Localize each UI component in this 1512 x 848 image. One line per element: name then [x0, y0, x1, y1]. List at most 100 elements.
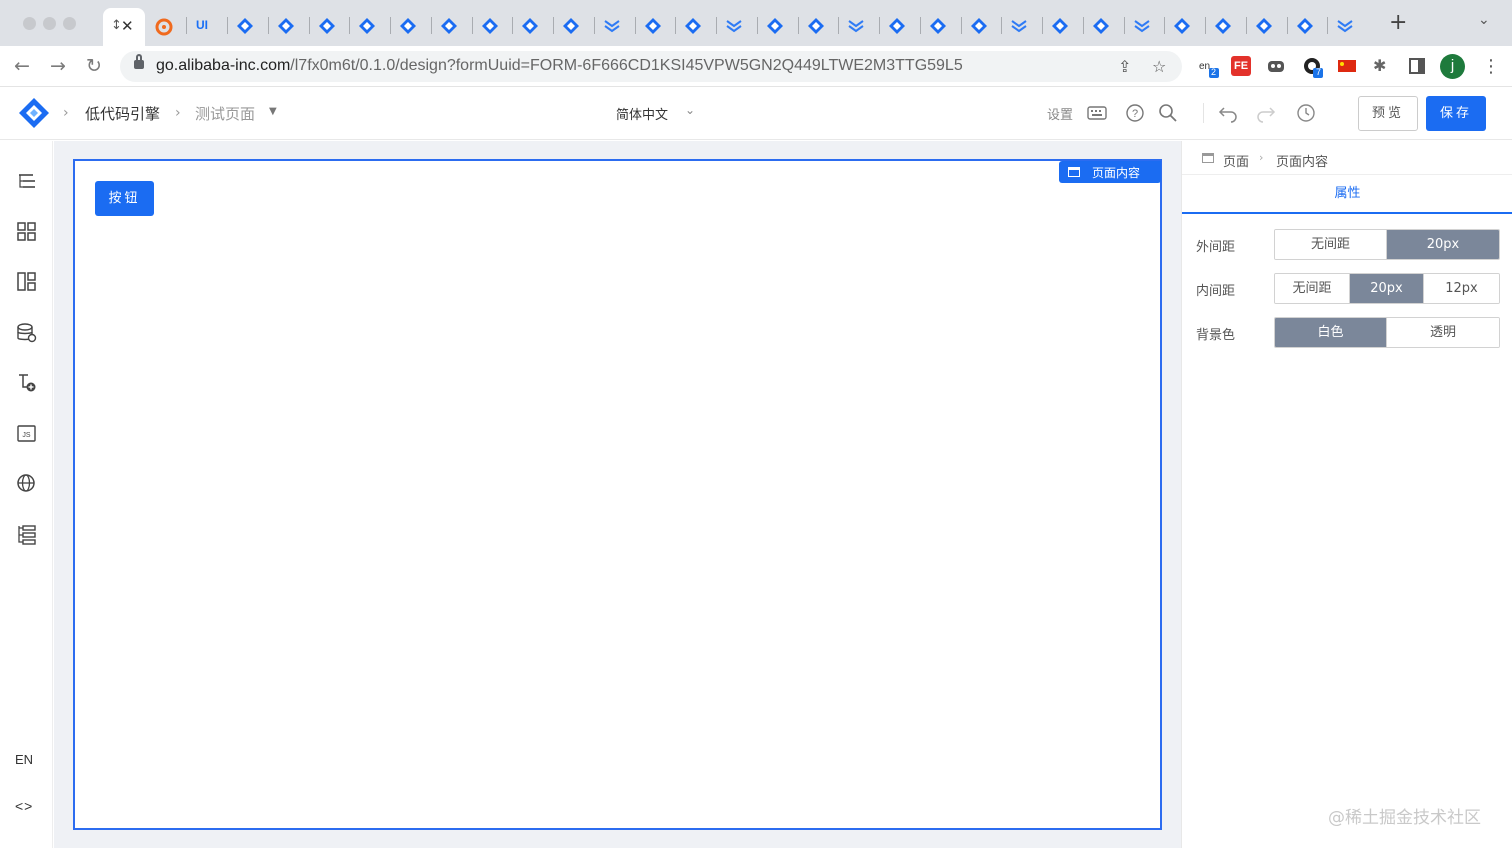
browser-tab[interactable]: [512, 10, 552, 40]
segment-option[interactable]: 12px: [1424, 274, 1499, 303]
source-code-icon[interactable]: <>: [15, 798, 33, 814]
browser-tab[interactable]: [145, 10, 185, 40]
browser-tab[interactable]: [553, 10, 593, 40]
forward-arrow-icon[interactable]: →: [50, 55, 66, 77]
tab-separator: [1042, 17, 1043, 34]
design-canvas: 页面内容 按钮: [54, 141, 1181, 848]
browser-tab[interactable]: [838, 10, 878, 40]
browser-tab[interactable]: [919, 10, 960, 40]
browser-tab[interactable]: [716, 10, 756, 40]
page-dropdown-caret-icon[interactable]: ▼: [269, 106, 277, 117]
tab-favicon-yida-icon: [766, 18, 783, 34]
browser-tab[interactable]: [308, 10, 349, 40]
tab-close-icon[interactable]: ✕: [121, 17, 134, 35]
outline-tree-icon[interactable]: [16, 171, 38, 193]
segment-option[interactable]: 透明: [1387, 318, 1499, 347]
browser-tab[interactable]: [675, 10, 715, 40]
bookmark-star-icon[interactable]: ☆: [1152, 57, 1166, 76]
browser-tab[interactable]: [879, 10, 919, 40]
browser-tab[interactable]: [471, 10, 512, 40]
chevron-down-icon[interactable]: ⌄: [685, 103, 695, 117]
browser-tab[interactable]: [390, 10, 430, 40]
mask-extension-icon[interactable]: [1266, 56, 1286, 76]
component-tree-icon[interactable]: [16, 524, 38, 546]
page-content-container[interactable]: 页面内容 按钮: [73, 159, 1162, 830]
browser-tab[interactable]: [960, 10, 1001, 40]
browser-tab[interactable]: [267, 10, 308, 40]
browser-tab[interactable]: [1123, 10, 1164, 40]
redo-icon[interactable]: [1256, 103, 1276, 123]
browser-tab-active[interactable]: ↕ ✕: [103, 8, 145, 46]
tab-properties[interactable]: 属性: [1182, 176, 1512, 214]
browser-tab[interactable]: [227, 10, 267, 40]
window-close-dot[interactable]: [23, 17, 36, 30]
window-zoom-dot[interactable]: [63, 17, 76, 30]
segment-option[interactable]: 20px: [1350, 274, 1424, 303]
browser-tab[interactable]: [1082, 10, 1123, 40]
browser-tab[interactable]: [1164, 10, 1204, 40]
add-logic-icon[interactable]: [16, 372, 38, 394]
segment-option[interactable]: 无间距: [1275, 274, 1350, 303]
translate-extension-icon[interactable]: en 2: [1198, 56, 1219, 78]
window-minimize-dot[interactable]: [43, 17, 56, 30]
app-logo-icon[interactable]: [17, 96, 51, 130]
breadcrumb-chevron-icon: ›: [63, 105, 69, 121]
browser-tab[interactable]: [593, 10, 634, 40]
prop-label: 背景色: [1196, 328, 1236, 343]
segment-option[interactable]: 无间距: [1275, 230, 1387, 259]
datasource-icon[interactable]: [16, 322, 38, 344]
breadcrumb-app[interactable]: 低代码引擎: [85, 103, 160, 124]
browser-tab[interactable]: [430, 10, 471, 40]
language-toggle[interactable]: EN: [15, 752, 33, 767]
globe-icon[interactable]: [16, 473, 38, 495]
segment-option[interactable]: 白色: [1275, 318, 1387, 347]
browser-tab[interactable]: [634, 10, 675, 40]
browser-tab[interactable]: [756, 10, 797, 40]
browser-tab[interactable]: [349, 10, 389, 40]
side-panel-icon[interactable]: [1407, 56, 1427, 76]
breadcrumb-page[interactable]: 测试页面: [195, 103, 255, 124]
back-arrow-icon[interactable]: ←: [14, 55, 30, 77]
profile-avatar[interactable]: j: [1440, 54, 1465, 79]
undo-icon[interactable]: [1218, 103, 1238, 123]
history-clock-icon[interactable]: [1296, 103, 1316, 123]
js-code-icon[interactable]: JS: [16, 423, 38, 445]
fe-extension-icon[interactable]: FE: [1231, 56, 1251, 76]
browser-tab[interactable]: [1245, 10, 1286, 40]
browser-tab[interactable]: [1327, 10, 1367, 40]
share-icon[interactable]: ⇪: [1118, 57, 1131, 76]
canvas-button-component[interactable]: 按钮: [95, 181, 154, 216]
url-input[interactable]: go.alibaba-inc.com/l7fx0m6t/0.1.0/design…: [120, 51, 1182, 82]
flag-extension-icon[interactable]: [1337, 56, 1357, 76]
segment-option[interactable]: 20px: [1387, 230, 1499, 259]
preview-button[interactable]: 预览: [1358, 96, 1418, 131]
browser-tab[interactable]: [1042, 10, 1082, 40]
browser-tab[interactable]: [797, 10, 838, 40]
browser-tab[interactable]: [1001, 10, 1041, 40]
keyboard-icon[interactable]: [1087, 105, 1107, 121]
layout-icon[interactable]: [16, 271, 38, 293]
page-content-tag[interactable]: 页面内容: [1059, 161, 1161, 183]
panel-breadcrumb-root[interactable]: 页面: [1223, 151, 1249, 170]
settings-link[interactable]: 设置: [1047, 104, 1073, 123]
left-toolbar: JS EN <>: [0, 141, 53, 848]
browser-tab[interactable]: [1205, 10, 1245, 40]
tab-separator: [1205, 17, 1206, 34]
language-select[interactable]: 简体中文: [616, 104, 668, 123]
tab-search-icon[interactable]: ⌄: [1478, 12, 1490, 28]
lock-icon: [134, 54, 144, 69]
extensions-puzzle-icon[interactable]: ✱: [1373, 56, 1393, 76]
tab-favicon-yida-icon: [1255, 18, 1272, 34]
tab-favicon-yida-icon: [1092, 18, 1109, 34]
search-icon[interactable]: [1158, 103, 1178, 123]
reload-icon[interactable]: ↻: [86, 55, 102, 77]
help-icon[interactable]: ?: [1125, 103, 1145, 123]
tab-favicon-chevrons-icon: [1337, 20, 1353, 33]
browser-menu-icon[interactable]: ⋮: [1482, 56, 1500, 77]
github-extension-icon[interactable]: 7: [1302, 56, 1323, 78]
browser-tab[interactable]: [1286, 10, 1327, 40]
new-tab-button[interactable]: +: [1389, 11, 1407, 35]
save-button[interactable]: 保存: [1426, 96, 1486, 131]
components-grid-icon[interactable]: [16, 221, 38, 243]
browser-tab[interactable]: UI: [186, 10, 226, 40]
